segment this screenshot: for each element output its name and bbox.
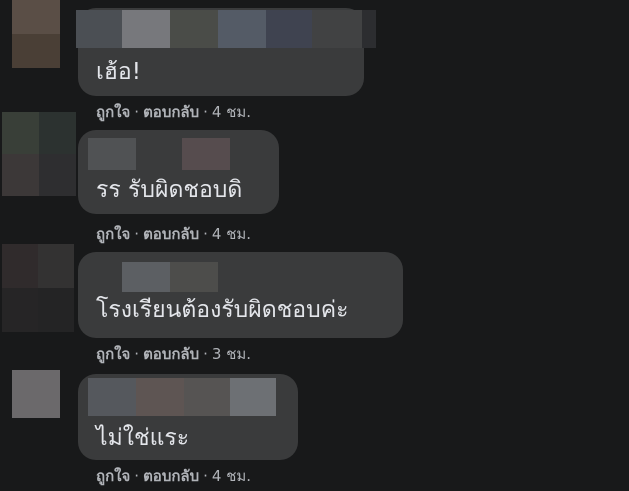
- comment-item: เฮ้อ! ถูกใจ · ตอบกลับ · 4 ชม.: [0, 0, 629, 130]
- like-link[interactable]: ถูกใจ: [96, 345, 130, 363]
- comment-text: โรงเรียนต้องรับผิดชอบค่ะ: [96, 297, 349, 323]
- comment-item: โรงเรียนต้องรับผิดชอบค่ะ ถูกใจ · ตอบกลับ · 3…: [0, 244, 629, 370]
- comment-text: รร รับผิดชอบดิ: [96, 177, 243, 203]
- comment-timestamp[interactable]: 4 ชม.: [212, 225, 251, 243]
- reply-link[interactable]: ตอบกลับ: [143, 225, 199, 243]
- comment-item: ไม่ใช่แระ ถูกใจ · ตอบกลับ · 4 ชม.: [0, 366, 629, 491]
- comment-timestamp[interactable]: 4 ชม.: [212, 467, 251, 485]
- separator-dot: ·: [134, 467, 140, 485]
- separator-dot: ·: [203, 467, 208, 485]
- comment-actions: ถูกใจ · ตอบกลับ · 4 ชม.: [96, 224, 251, 244]
- like-link[interactable]: ถูกใจ: [96, 467, 130, 485]
- comment-text: เฮ้อ!: [96, 59, 141, 85]
- separator-dot: ·: [134, 345, 140, 363]
- commenter-name-redacted[interactable]: [76, 10, 376, 48]
- reply-link[interactable]: ตอบกลับ: [143, 345, 199, 363]
- avatar[interactable]: [2, 244, 74, 332]
- like-link[interactable]: ถูกใจ: [96, 225, 130, 243]
- commenter-name-redacted[interactable]: [88, 138, 230, 170]
- commenter-name-redacted[interactable]: [88, 378, 276, 416]
- commenter-name-redacted[interactable]: [122, 262, 218, 292]
- comment-bubble: เฮ้อ!: [76, 8, 376, 96]
- comment-bubble: โรงเรียนต้องรับผิดชอบค่ะ: [78, 252, 403, 338]
- comment-timestamp[interactable]: 3 ชม.: [212, 345, 251, 363]
- separator-dot: ·: [134, 225, 140, 243]
- avatar[interactable]: [12, 370, 60, 418]
- separator-dot: ·: [203, 345, 208, 363]
- comment-bubble: ไม่ใช่แระ: [78, 374, 298, 460]
- comment-bubble: รร รับผิดชอบดิ: [78, 130, 279, 214]
- avatar[interactable]: [12, 0, 60, 68]
- comment-thread: เฮ้อ! ถูกใจ · ตอบกลับ · 4 ชม. รร รับผิดชอบดิ…: [0, 0, 629, 491]
- reply-link[interactable]: ตอบกลับ: [143, 467, 199, 485]
- avatar[interactable]: [2, 112, 76, 196]
- comment-item: รร รับผิดชอบดิ ถูกใจ · ตอบกลับ · 4 ชม.: [0, 112, 629, 252]
- comment-actions: ถูกใจ · ตอบกลับ · 4 ชม.: [96, 466, 251, 486]
- comment-text: ไม่ใช่แระ: [96, 425, 190, 451]
- separator-dot: ·: [203, 225, 208, 243]
- comment-actions: ถูกใจ · ตอบกลับ · 3 ชม.: [96, 344, 251, 364]
